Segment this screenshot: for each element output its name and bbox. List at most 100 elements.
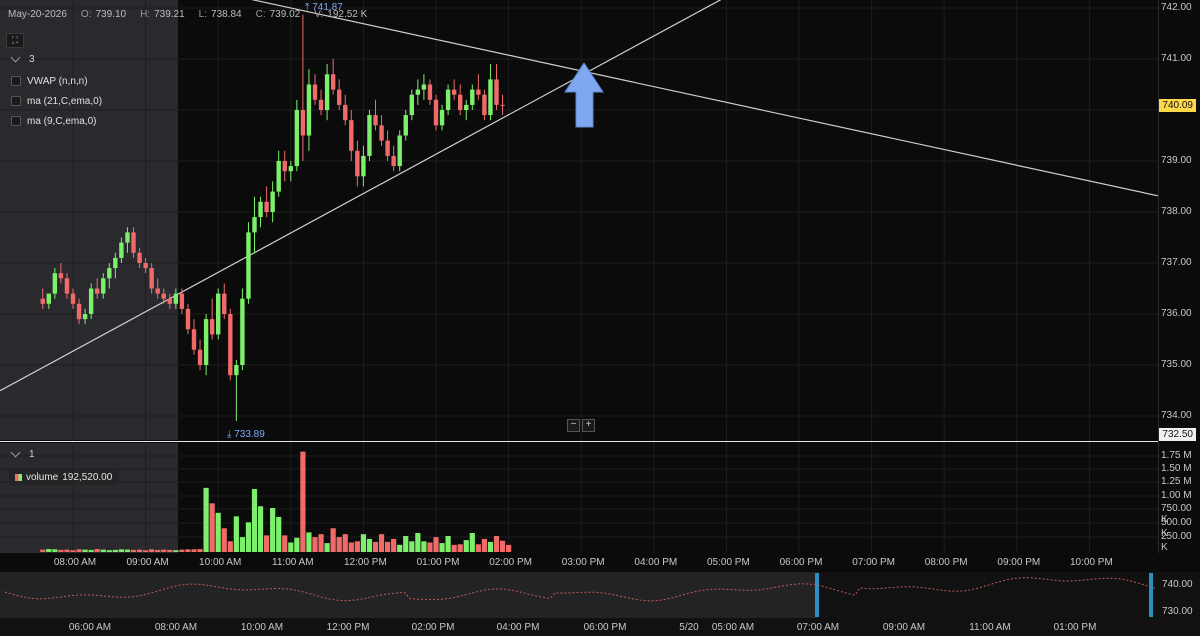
volume-bar bbox=[76, 549, 82, 552]
indicator-vwap[interactable]: VWAP (n,n,n) bbox=[11, 71, 102, 91]
indicator-ma21[interactable]: ma (21,C,ema,0) bbox=[11, 91, 102, 111]
candle-body bbox=[488, 79, 493, 116]
candle bbox=[415, 79, 421, 105]
navigator-time-label: 12:00 PM bbox=[326, 622, 370, 633]
volume-bar bbox=[130, 549, 137, 552]
navigator-price-label: 730.00 bbox=[1162, 606, 1193, 617]
zoom-out-button[interactable]: − bbox=[567, 419, 580, 432]
volume-bar bbox=[58, 549, 64, 552]
time-tick-label: 04:00 PM bbox=[634, 557, 678, 568]
up-arrow-annotation[interactable] bbox=[564, 62, 604, 128]
candle-body bbox=[464, 104, 469, 110]
navigator-time-label: 04:00 PM bbox=[496, 622, 540, 633]
candle bbox=[294, 99, 300, 172]
volume-bar bbox=[88, 549, 94, 552]
zoom-in-button[interactable]: + bbox=[582, 419, 595, 432]
volume-badge[interactable]: volume 192,520.00 bbox=[9, 470, 119, 485]
volume-bar bbox=[233, 516, 239, 552]
candle bbox=[349, 110, 354, 161]
candle-body bbox=[476, 89, 481, 95]
volume-bar bbox=[415, 532, 421, 552]
price-tick-label: 736.00 bbox=[1161, 308, 1192, 319]
candle-body bbox=[228, 314, 233, 376]
volume-bar bbox=[185, 549, 191, 552]
candle bbox=[209, 298, 215, 340]
navigator-handle-left[interactable] bbox=[815, 573, 819, 617]
price-tick-label: 741.00 bbox=[1161, 53, 1192, 64]
candle bbox=[282, 150, 287, 182]
time-tick-label: 09:00 PM bbox=[997, 557, 1041, 568]
navigator-handle-right[interactable] bbox=[1149, 573, 1153, 617]
open-label: O: bbox=[80, 9, 92, 20]
navigator-window[interactable] bbox=[0, 572, 818, 618]
time-tick-label: 11:00 AM bbox=[272, 557, 314, 568]
candle-body bbox=[439, 110, 445, 126]
candle-body bbox=[312, 84, 318, 100]
candle bbox=[197, 339, 203, 371]
indicator-ma9[interactable]: ma (9,C,ema,0) bbox=[11, 111, 102, 131]
candle bbox=[258, 196, 263, 228]
candle-body bbox=[234, 365, 239, 376]
volume-bar bbox=[276, 516, 282, 552]
candle-body bbox=[197, 349, 203, 365]
volume-bar bbox=[270, 508, 276, 552]
chevron-down-icon[interactable] bbox=[10, 447, 21, 458]
candle bbox=[397, 130, 402, 172]
checkbox[interactable] bbox=[11, 96, 21, 106]
volume-bar bbox=[282, 535, 288, 552]
candle-body bbox=[337, 89, 342, 105]
volume-bar bbox=[354, 541, 360, 552]
candle-body bbox=[209, 319, 215, 335]
volume-bar bbox=[475, 544, 481, 552]
candle-body bbox=[161, 293, 166, 299]
fullscreen-icon[interactable]: ⛶ bbox=[6, 33, 24, 48]
volume-bar bbox=[94, 549, 100, 552]
candle-body bbox=[403, 115, 408, 136]
price-tick-label: 739.00 bbox=[1161, 155, 1192, 166]
time-tick-label: 05:00 PM bbox=[706, 557, 750, 568]
navigator-time-label: 02:00 PM bbox=[411, 622, 455, 633]
candle bbox=[270, 181, 275, 223]
candle-body bbox=[173, 293, 179, 304]
main-panel-header[interactable]: 3 bbox=[10, 52, 35, 65]
volume-bar bbox=[106, 550, 112, 552]
candle-body bbox=[113, 257, 118, 269]
candle-body bbox=[288, 166, 293, 172]
volume-panel-header[interactable]: 1 bbox=[10, 447, 35, 460]
volume-bar bbox=[118, 549, 124, 552]
candle-body bbox=[46, 293, 51, 304]
high-value: 739.21 bbox=[154, 9, 185, 20]
candle-body bbox=[143, 263, 148, 269]
candle-body bbox=[264, 201, 269, 212]
candle bbox=[300, 14, 306, 161]
time-tick-label: 02:00 PM bbox=[489, 557, 532, 568]
candle bbox=[276, 150, 281, 197]
volume-bar bbox=[173, 550, 179, 552]
low-value: 738.84 bbox=[211, 9, 242, 20]
volume-bar bbox=[294, 537, 300, 552]
volume-bar bbox=[227, 541, 233, 552]
candle bbox=[312, 74, 318, 105]
candle bbox=[337, 79, 342, 110]
navigator-time-label: 06:00 PM bbox=[583, 622, 627, 633]
volume-bar bbox=[360, 534, 366, 552]
checkbox[interactable] bbox=[11, 116, 21, 126]
price-tick-label: 734.00 bbox=[1161, 410, 1192, 421]
candle-body bbox=[64, 278, 70, 294]
indicator-label: ma (9,C,ema,0) bbox=[27, 115, 97, 127]
candle-body bbox=[155, 288, 160, 294]
volume-bar bbox=[312, 537, 318, 552]
candle-body bbox=[119, 242, 124, 258]
candle-body bbox=[500, 104, 505, 106]
navigator-time-label: 5/20 bbox=[679, 622, 699, 633]
chart-canvas[interactable] bbox=[0, 0, 1200, 636]
navigator-time-label: 10:00 AM bbox=[240, 622, 284, 633]
candle-body bbox=[349, 120, 354, 151]
navigator-price-label: 740.00 bbox=[1162, 579, 1193, 590]
checkbox[interactable] bbox=[11, 76, 21, 86]
candle-body bbox=[318, 99, 324, 110]
volume-bar bbox=[197, 549, 203, 552]
chevron-down-icon[interactable] bbox=[10, 52, 21, 63]
volume-bar bbox=[257, 506, 264, 552]
candle-body bbox=[373, 115, 378, 126]
